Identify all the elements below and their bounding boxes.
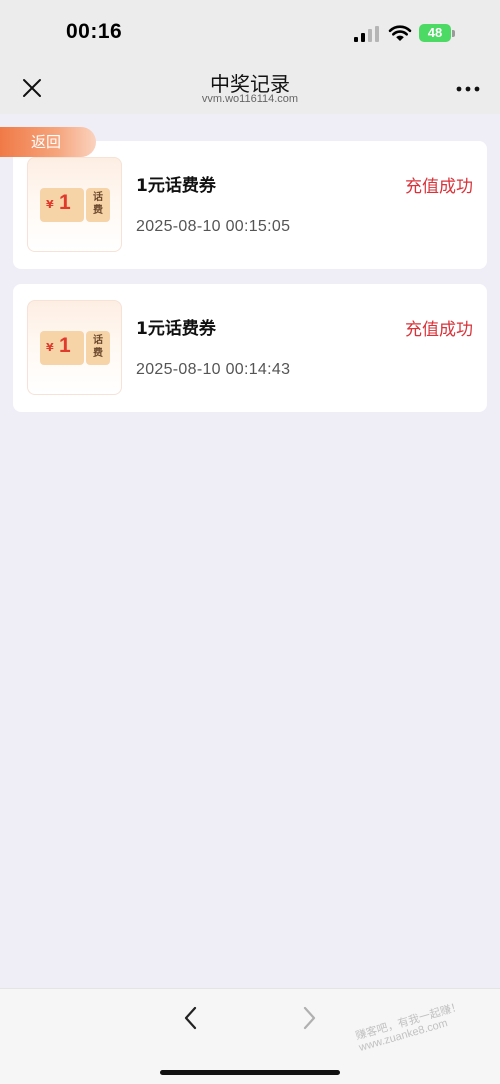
back-button[interactable]: 返回 (0, 127, 96, 157)
status-bar: 00:16 48 (0, 0, 500, 62)
back-arrow-icon[interactable] (182, 1006, 200, 1030)
ticket-stub-label: 话 费 (86, 191, 110, 217)
page-url: vvm.wo116114.com (201, 93, 299, 105)
coupon-ticket-icon: ¥ 1 话 费 (40, 331, 110, 365)
status-time: 00:16 (66, 20, 123, 43)
coupon-currency: ¥ (46, 198, 54, 211)
ticket-stub-line2: 费 (93, 205, 103, 216)
home-indicator (160, 1070, 340, 1075)
ticket-stub: 话 费 (86, 188, 110, 222)
forward-arrow-icon[interactable] (300, 1006, 318, 1030)
battery-icon: 48 (419, 24, 455, 42)
record-card[interactable]: ¥ 1 话 费 1元话费券 充值成功 2025-08-10 00:15:05 (13, 141, 487, 269)
cellular-signal-icon (354, 26, 379, 42)
record-title: 1元话费券 (136, 319, 216, 339)
ticket-stub-line1: 话 (93, 192, 103, 203)
ticket-stub-line2: 费 (93, 348, 103, 359)
coupon-image: ¥ 1 话 费 (27, 157, 122, 252)
coupon-currency: ¥ (46, 341, 54, 354)
coupon-amount: 1 (59, 191, 71, 214)
record-status: 充值成功 (405, 320, 473, 340)
record-status: 充值成功 (405, 177, 473, 197)
record-time: 2025-08-10 00:14:43 (136, 361, 291, 378)
battery-level: 48 (419, 24, 451, 42)
record-card[interactable]: ¥ 1 话 费 1元话费券 充值成功 2025-08-10 00:14:43 (13, 284, 487, 412)
coupon-amount: 1 (59, 334, 71, 357)
coupon-ticket-icon: ¥ 1 话 费 (40, 188, 110, 222)
ticket-stub-line1: 话 (93, 335, 103, 346)
ticket-stub-label: 话 费 (86, 334, 110, 360)
record-time: 2025-08-10 00:15:05 (136, 218, 291, 235)
ticket-main: ¥ 1 (40, 331, 84, 365)
nav-bar: 中奖记录 vvm.wo116114.com (0, 62, 500, 114)
ticket-stub: 话 费 (86, 331, 110, 365)
battery-tip (452, 30, 455, 37)
coupon-image: ¥ 1 话 费 (27, 300, 122, 395)
record-title: 1元话费券 (136, 176, 216, 196)
ticket-main: ¥ 1 (40, 188, 84, 222)
wifi-icon (388, 25, 412, 41)
more-icon[interactable] (456, 86, 480, 92)
